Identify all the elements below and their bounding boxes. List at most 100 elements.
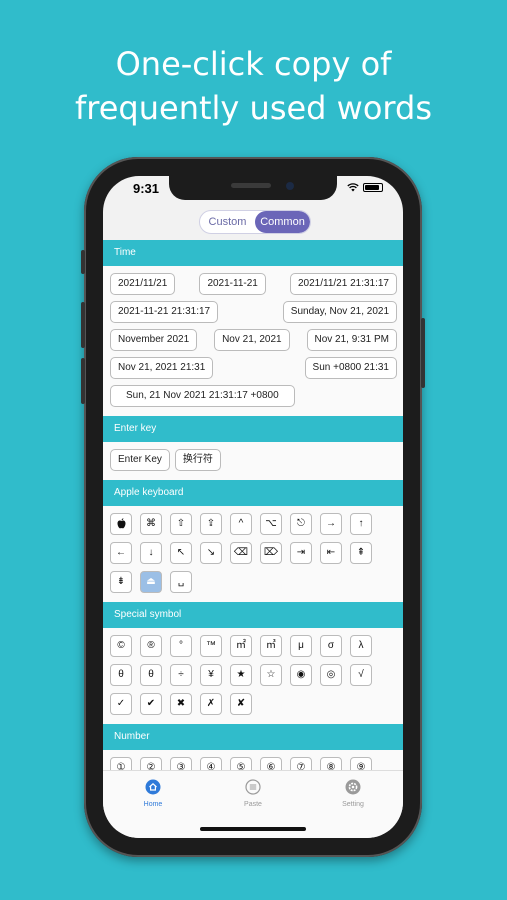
symbol-key[interactable]: ✖ — [170, 693, 192, 715]
time-chip[interactable]: November 2021 — [110, 329, 198, 351]
symbol-key[interactable]: ☆ — [260, 664, 282, 686]
page-down-key[interactable]: ⇟ — [110, 571, 132, 593]
enter-key-items: Enter Key 换行符 — [103, 442, 403, 480]
apple-logo-icon — [117, 518, 125, 529]
wifi-icon — [347, 183, 359, 192]
command-key[interactable]: ⌘ — [140, 513, 162, 535]
symbol-key[interactable]: © — [110, 635, 132, 657]
number-key[interactable]: ⑦ — [290, 757, 312, 770]
content-list[interactable]: Time 2021/11/21 2021-11-21 2021/11/21 21… — [103, 240, 403, 770]
status-icons — [347, 183, 383, 192]
battery-icon — [363, 183, 383, 192]
backtab-key[interactable]: ⇤ — [320, 542, 342, 564]
volume-down-button — [81, 358, 85, 404]
tab-home[interactable]: Home — [103, 771, 203, 838]
symbol-key[interactable]: σ — [320, 635, 342, 657]
number-keys: ①②③④⑤⑥⑦⑧⑨⑩ — [103, 750, 403, 770]
symbol-key[interactable]: ✘ — [230, 693, 252, 715]
number-key[interactable]: ④ — [200, 757, 222, 770]
promo-headline: One-click copy of frequently used words — [0, 42, 507, 130]
segment-common[interactable]: Common — [255, 211, 310, 233]
symbol-key[interactable]: ¥ — [200, 664, 222, 686]
tab-key[interactable]: ⇥ — [290, 542, 312, 564]
time-chip[interactable]: Sun +0800 21:31 — [304, 357, 397, 379]
symbol-key[interactable]: μ — [290, 635, 312, 657]
power-button — [421, 318, 425, 388]
time-chip[interactable]: Nov 21, 2021 — [214, 329, 290, 351]
symbol-key[interactable]: ® — [140, 635, 162, 657]
time-chip[interactable]: Nov 21, 9:31 PM — [306, 329, 397, 351]
symbol-key[interactable]: ★ — [230, 664, 252, 686]
home-key[interactable]: ↖ — [170, 542, 192, 564]
option-key[interactable]: ⌥ — [260, 513, 282, 535]
home-icon — [145, 779, 161, 795]
number-key[interactable]: ⑥ — [260, 757, 282, 770]
delete-key[interactable]: ⌫ — [230, 542, 252, 564]
number-key[interactable]: ⑧ — [320, 757, 342, 770]
symbol-key[interactable]: ™ — [200, 635, 222, 657]
arrow-right-key[interactable]: → — [320, 513, 342, 535]
volume-up-button — [81, 302, 85, 348]
shift-key[interactable]: ⇧ — [170, 513, 192, 535]
symbol-key[interactable]: ㎡ — [230, 635, 252, 657]
enter-key-chip[interactable]: Enter Key — [110, 449, 170, 471]
headline-line-2: frequently used words — [75, 89, 432, 127]
symbol-key[interactable]: ㎥ — [260, 635, 282, 657]
segmented-control: Custom Common — [199, 210, 311, 234]
number-key[interactable]: ③ — [170, 757, 192, 770]
symbol-key[interactable]: ° — [170, 635, 192, 657]
newline-chip[interactable]: 换行符 — [174, 449, 221, 471]
home-indicator — [200, 827, 306, 831]
time-chip[interactable]: Sunday, Nov 21, 2021 — [282, 301, 397, 323]
symbol-key[interactable]: √ — [350, 664, 372, 686]
page-up-key[interactable]: ⇞ — [350, 542, 372, 564]
front-camera — [286, 182, 294, 190]
arrow-down-key[interactable]: ↓ — [140, 542, 162, 564]
arrow-left-key[interactable]: ← — [110, 542, 132, 564]
symbol-key[interactable]: ✗ — [200, 693, 222, 715]
arrow-up-key[interactable]: ↑ — [350, 513, 372, 535]
symbol-key[interactable]: ✓ — [110, 693, 132, 715]
list-icon — [245, 779, 261, 795]
end-key[interactable]: ↘ — [200, 542, 222, 564]
symbol-key[interactable]: ÷ — [170, 664, 192, 686]
symbol-key[interactable]: ✔ — [140, 693, 162, 715]
escape-key[interactable]: ⎋ — [290, 513, 312, 535]
special-symbol-keys: © ® ° ™ ㎡㎥ μ σ λ θ θ ÷ ¥ ★ ☆ ◉ ◎ √ ✓ ✔ ✖ ✗ ✘ — [103, 628, 403, 724]
symbol-key[interactable]: θ — [140, 664, 162, 686]
space-key[interactable]: ␣ — [170, 571, 192, 593]
section-header-special-symbol: Special symbol — [103, 602, 403, 628]
number-key[interactable]: ⑨ — [350, 757, 372, 770]
time-chip[interactable]: 2021-11-21 21:31:17 — [110, 301, 219, 323]
caps-lock-key[interactable]: ⇪ — [200, 513, 222, 535]
eject-key[interactable]: ⏏ — [140, 571, 162, 593]
section-header-apple-keyboard: Apple keyboard — [103, 480, 403, 506]
apple-keyboard-keys: ⌘ ⇧ ⇪ ^ ⌥ ⎋ → ↑ ← ↓ ↖ ↘ ⌫ ⌦ ⇥ ⇤ ⇞ ⇟ ⏏ ␣ — [103, 506, 403, 602]
number-key[interactable]: ① — [110, 757, 132, 770]
tab-setting[interactable]: Setting — [303, 771, 403, 838]
control-key[interactable]: ^ — [230, 513, 252, 535]
gear-icon — [345, 779, 361, 795]
speaker — [231, 183, 271, 188]
symbol-key[interactable]: λ — [350, 635, 372, 657]
time-chip[interactable]: Nov 21, 2021 21:31 — [110, 357, 214, 379]
time-chip[interactable]: Sun, 21 Nov 2021 21:31:17 +0800 — [110, 385, 295, 407]
tab-setting-label: Setting — [342, 801, 364, 808]
symbol-key[interactable]: ◉ — [290, 664, 312, 686]
time-formats: 2021/11/21 2021-11-21 2021/11/21 21:31:1… — [103, 266, 403, 416]
segment-custom[interactable]: Custom — [200, 211, 255, 233]
number-key[interactable]: ⑤ — [230, 757, 252, 770]
tab-home-label: Home — [143, 801, 163, 808]
headline-line-1: One-click copy of — [115, 45, 392, 83]
notch — [169, 176, 337, 200]
number-key[interactable]: ② — [140, 757, 162, 770]
time-chip[interactable]: 2021/11/21 21:31:17 — [289, 273, 397, 295]
symbol-key[interactable]: θ — [110, 664, 132, 686]
symbol-key[interactable]: ◎ — [320, 664, 342, 686]
forward-delete-key[interactable]: ⌦ — [260, 542, 282, 564]
mute-switch — [81, 250, 85, 274]
apple-logo-key[interactable] — [110, 513, 132, 535]
section-header-time: Time — [103, 240, 403, 266]
time-chip[interactable]: 2021/11/21 — [110, 273, 176, 295]
time-chip[interactable]: 2021-11-21 — [199, 273, 266, 295]
